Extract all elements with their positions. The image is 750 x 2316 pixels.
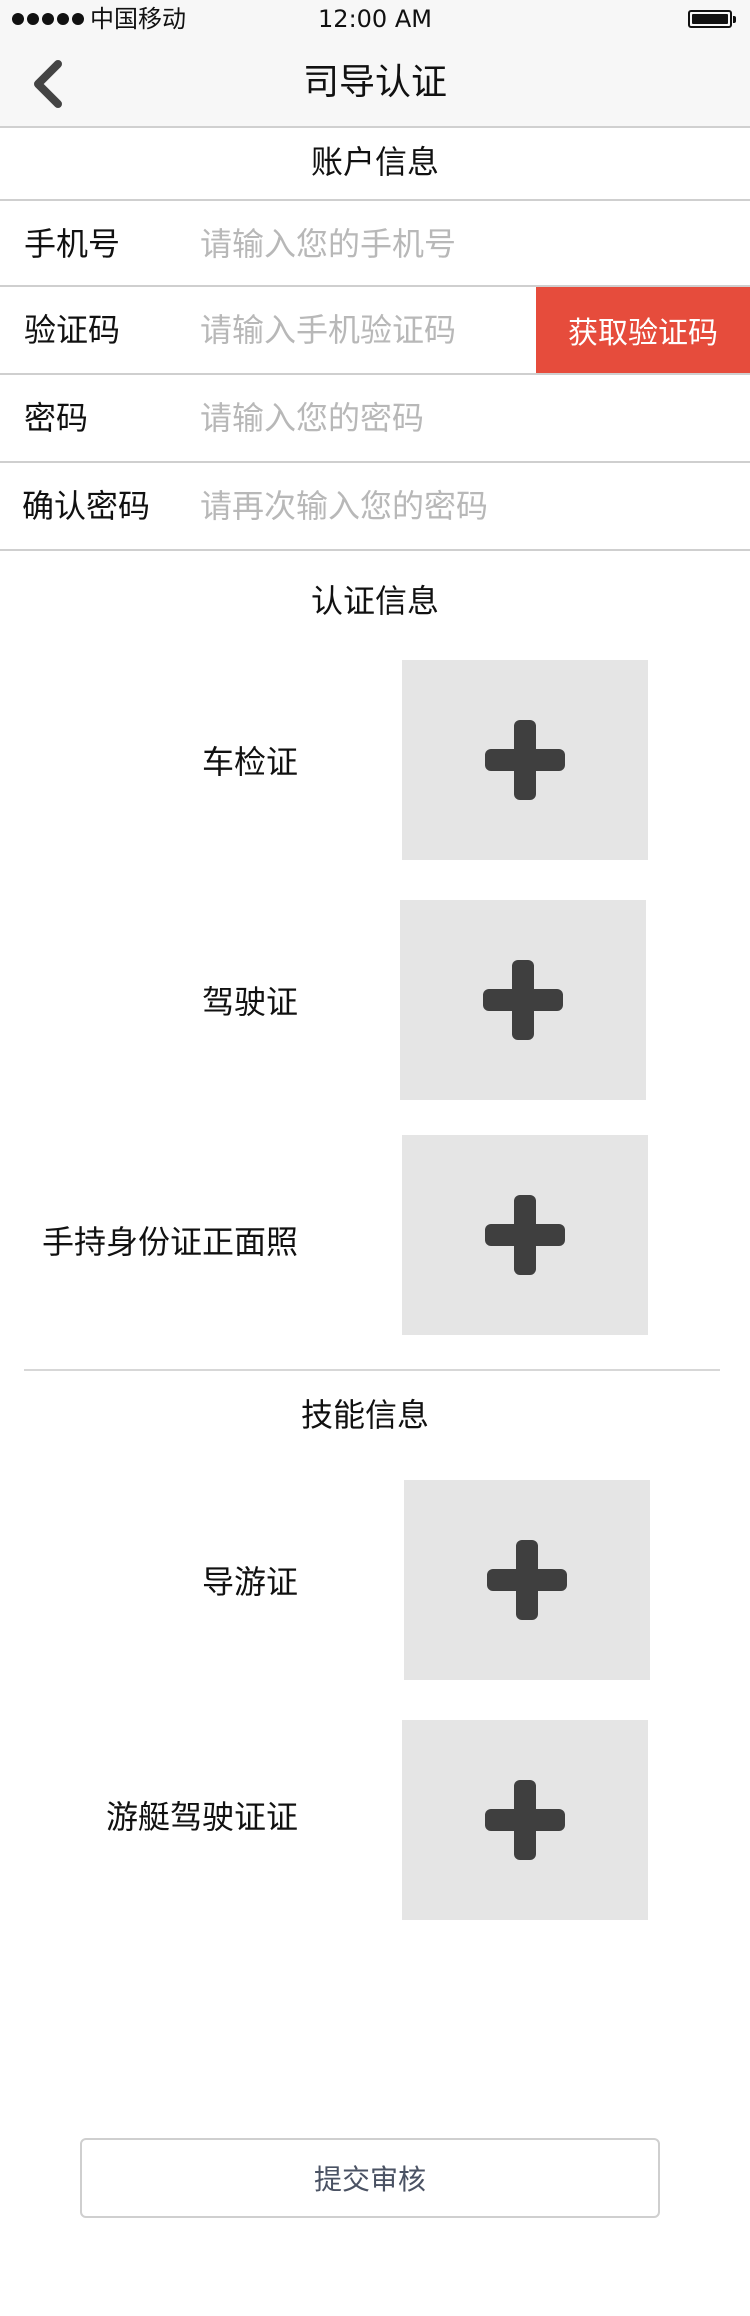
driver-certification-screen: 中国移动 12:00 AM 司导认证 账户信息 手机号 验证码 获取验证码 密码… (0, 0, 750, 2316)
status-time: 12:00 AM (318, 5, 432, 33)
plus-icon (485, 1195, 565, 1275)
verification-code-input[interactable] (200, 305, 530, 355)
plus-icon (487, 1540, 567, 1620)
yacht-license-label: 游艇驾驶证证 (105, 1798, 298, 1836)
page-title: 司导认证 (302, 62, 447, 103)
yacht-license-upload[interactable] (402, 1720, 648, 1920)
driver-license-upload[interactable] (400, 900, 646, 1100)
password-input[interactable] (200, 393, 700, 443)
section-divider (24, 1369, 720, 1371)
password-label: 密码 (24, 399, 89, 437)
id-card-photo-upload[interactable] (402, 1135, 648, 1335)
get-verification-code-button[interactable]: 获取验证码 (536, 287, 750, 373)
status-bar: 中国移动 12:00 AM (0, 0, 750, 40)
tour-guide-license-label: 导游证 (201, 1563, 298, 1601)
plus-icon (485, 1780, 565, 1860)
skills-section-title: 技能信息 (300, 1396, 429, 1434)
password-row: 密码 (0, 375, 750, 463)
vehicle-inspection-upload[interactable] (402, 660, 648, 860)
tour-guide-license-upload[interactable] (404, 1480, 650, 1680)
certification-section-title: 认证信息 (310, 582, 439, 620)
confirm-password-row: 确认密码 (0, 463, 750, 551)
id-card-photo-label: 手持身份证正面照 (41, 1223, 298, 1261)
confirm-password-label: 确认密码 (22, 487, 151, 525)
phone-input[interactable] (200, 219, 700, 269)
plus-icon (483, 960, 563, 1040)
plus-icon (485, 720, 565, 800)
vehicle-inspection-label: 车检证 (201, 743, 298, 781)
navigation-bar: 司导认证 (0, 40, 750, 128)
driver-license-label: 驾驶证 (201, 983, 298, 1021)
phone-row: 手机号 (0, 199, 750, 287)
confirm-password-input[interactable] (200, 481, 700, 531)
verification-code-label: 验证码 (24, 311, 121, 349)
submit-review-button[interactable]: 提交审核 (80, 2138, 660, 2218)
account-section-title: 账户信息 (310, 143, 439, 181)
verification-code-row: 验证码 获取验证码 (0, 287, 750, 375)
battery-icon (688, 10, 736, 28)
phone-label: 手机号 (24, 225, 121, 263)
